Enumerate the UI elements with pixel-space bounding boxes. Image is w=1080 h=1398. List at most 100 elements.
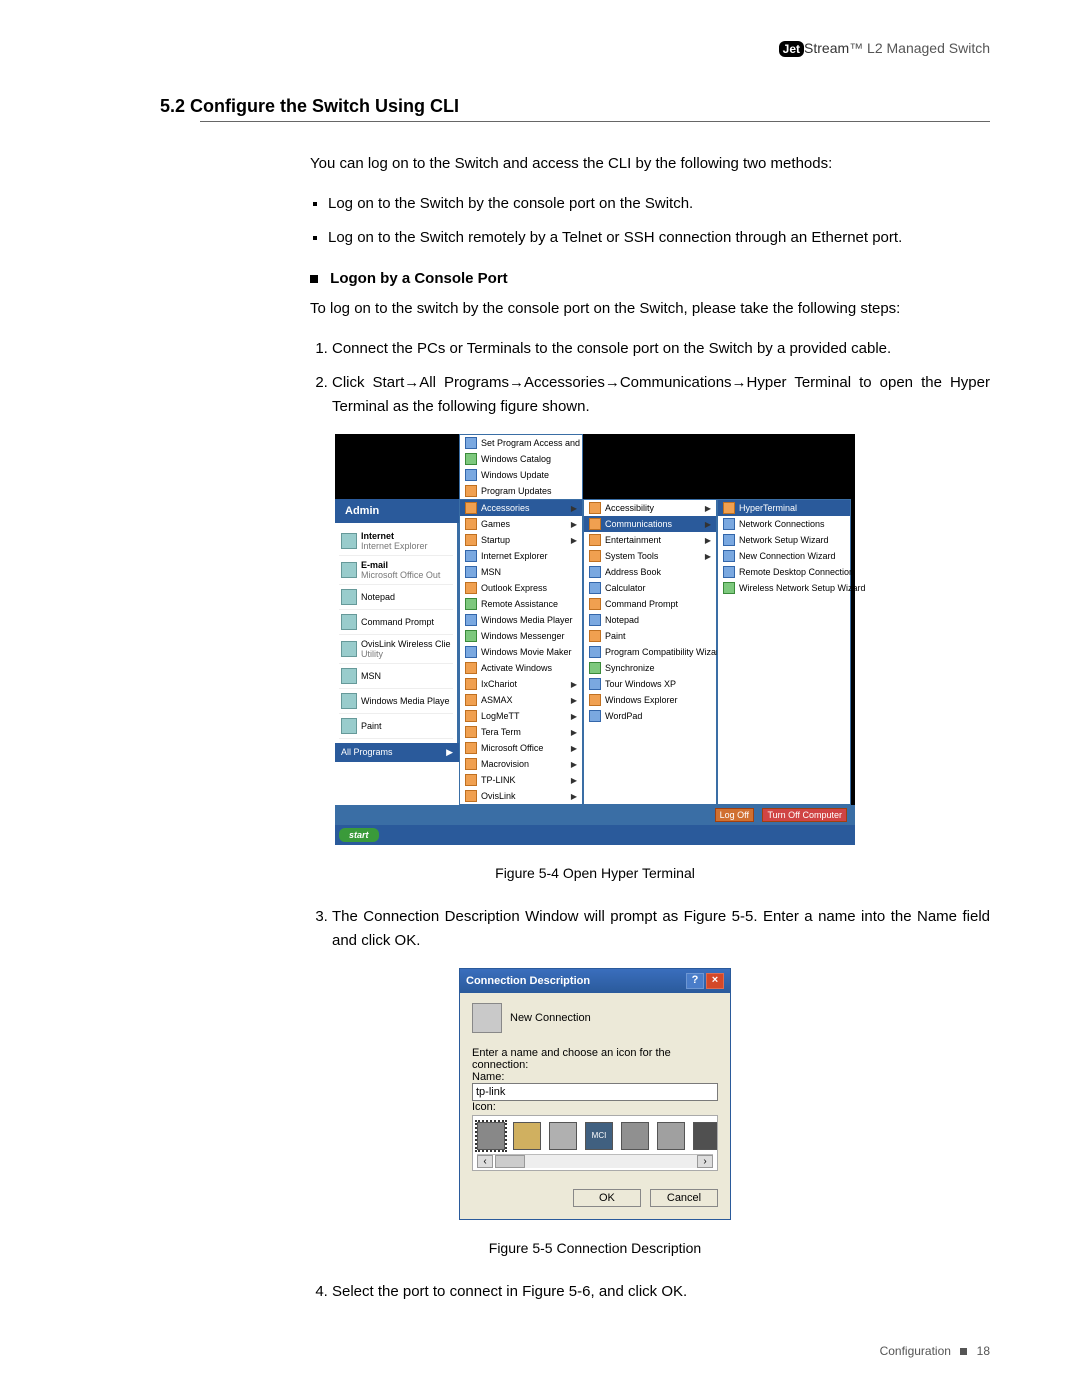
steps-list-1: Connect the PCs or Terminals to the cons… [310, 337, 990, 419]
chevron-right-icon: ▶ [446, 747, 453, 758]
msn-icon [465, 566, 477, 578]
menu-item[interactable]: Windows Movie Maker [460, 644, 582, 660]
step-item: Connect the PCs or Terminals to the cons… [332, 337, 990, 361]
pinned-item[interactable]: Command Prompt [339, 610, 453, 635]
chevron-right-icon: ▶ [571, 504, 577, 513]
connection-icon-option[interactable] [513, 1122, 541, 1150]
footer-separator-icon [960, 1348, 967, 1355]
connection-icon [472, 1003, 502, 1033]
wizard-icon [589, 646, 601, 658]
menu-item[interactable]: Program Compatibility Wizard [584, 644, 716, 660]
menu-item[interactable]: OvisLink▶ [460, 788, 582, 804]
program-icon [465, 453, 477, 465]
connection-icon-option[interactable] [549, 1122, 577, 1150]
close-button[interactable]: × [706, 973, 724, 989]
menu-item[interactable]: Network Setup Wizard [718, 532, 850, 548]
moviemaker-icon [465, 646, 477, 658]
menu-item[interactable]: Calculator [584, 580, 716, 596]
menu-item[interactable]: LogMeTT▶ [460, 708, 582, 724]
menu-item[interactable]: Network Connections [718, 516, 850, 532]
menu-item[interactable]: Startup▶ [460, 532, 582, 548]
menu-item[interactable]: Notepad [584, 612, 716, 628]
help-button[interactable]: ? [686, 973, 704, 989]
wmp-icon [465, 614, 477, 626]
connection-icon-option[interactable] [693, 1122, 718, 1150]
pinned-item[interactable]: Windows Media Playe [339, 689, 453, 714]
menu-item[interactable]: Entertainment▶ [584, 532, 716, 548]
connection-icon-option[interactable] [657, 1122, 685, 1150]
menu-item[interactable]: Wireless Network Setup Wizard [718, 580, 850, 596]
figure-5-5: Connection Description ? × New Connectio… [200, 968, 990, 1220]
turnoff-button[interactable]: Turn Off Computer [762, 808, 847, 822]
program-icon [465, 469, 477, 481]
menu-item[interactable]: Macrovision▶ [460, 756, 582, 772]
ie-icon [341, 533, 357, 549]
menu-item[interactable]: Internet Explorer [460, 548, 582, 564]
pinned-item[interactable]: Paint [339, 714, 453, 739]
name-input[interactable] [472, 1083, 718, 1101]
wireless-icon [723, 582, 735, 594]
icon-scrollbar[interactable]: ‹ › [477, 1154, 713, 1168]
pinned-item[interactable]: OvisLink Wireless ClieUtility [339, 635, 453, 664]
menu-item[interactable]: WordPad [584, 708, 716, 724]
menu-item-accessories[interactable]: Accessories▶ [460, 500, 582, 516]
pinned-item[interactable]: E-mailMicrosoft Office Out [339, 556, 453, 585]
menu-item[interactable]: Windows Explorer [584, 692, 716, 708]
menu-item[interactable]: Tera Term▶ [460, 724, 582, 740]
dialog-prompt: Enter a name and choose an icon for the … [472, 1047, 718, 1071]
menu-item[interactable]: Microsoft Office▶ [460, 740, 582, 756]
ok-button[interactable]: OK [573, 1189, 641, 1207]
menu-item[interactable]: Program Updates [460, 483, 582, 499]
menu-item[interactable]: Windows Update [460, 467, 582, 483]
menu-item[interactable]: IxChariot▶ [460, 676, 582, 692]
bullet-item: Log on to the Switch remotely by a Telne… [328, 226, 990, 250]
folder-icon [465, 710, 477, 722]
menu-item[interactable]: ASMAX▶ [460, 692, 582, 708]
menu-item[interactable]: Synchronize [584, 660, 716, 676]
figure-5-4-caption: Figure 5-4 Open Hyper Terminal [200, 865, 990, 881]
menu-item[interactable]: Remote Assistance [460, 596, 582, 612]
explorer-icon [589, 694, 601, 706]
menu-item-communications[interactable]: Communications▶ [584, 516, 716, 532]
menu-item[interactable]: Windows Catalog [460, 451, 582, 467]
scroll-right-button[interactable]: › [697, 1155, 713, 1168]
connection-icon-option[interactable]: MCI [585, 1122, 613, 1150]
menu-item-hyperterminal[interactable]: HyperTerminal [718, 500, 850, 516]
menu-item[interactable]: Windows Messenger [460, 628, 582, 644]
menu-item[interactable]: Tour Windows XP [584, 676, 716, 692]
admin-bar: Admin [335, 499, 459, 523]
menu-item[interactable]: Activate Windows [460, 660, 582, 676]
section-title: 5.2 Configure the Switch Using CLI [160, 96, 990, 117]
scroll-left-button[interactable]: ‹ [477, 1155, 493, 1168]
menu-item[interactable]: Set Program Access and Defaults [460, 435, 582, 451]
menu-item[interactable]: Command Prompt [584, 596, 716, 612]
menu-item[interactable]: TP-LINK▶ [460, 772, 582, 788]
connection-icon-option[interactable] [477, 1122, 505, 1150]
scroll-track[interactable] [525, 1155, 697, 1168]
menu-item[interactable]: Remote Desktop Connection [718, 564, 850, 580]
folder-icon [465, 502, 477, 514]
start-button[interactable]: start [339, 828, 379, 842]
folder-icon [465, 518, 477, 530]
menu-item[interactable]: Paint [584, 628, 716, 644]
menu-item[interactable]: New Connection Wizard [718, 548, 850, 564]
pinned-item[interactable]: Notepad [339, 585, 453, 610]
menu-item[interactable]: Outlook Express [460, 580, 582, 596]
menu-item[interactable]: Accessibility▶ [584, 500, 716, 516]
bullet-square-icon [310, 275, 318, 283]
cancel-button[interactable]: Cancel [650, 1189, 718, 1207]
menu-item[interactable]: Windows Media Player [460, 612, 582, 628]
pinned-item[interactable]: InternetInternet Explorer [339, 527, 453, 556]
connection-icon-option[interactable] [621, 1122, 649, 1150]
menu-item[interactable]: System Tools▶ [584, 548, 716, 564]
page-footer: Configuration 18 [200, 1344, 990, 1358]
menu-item[interactable]: Games▶ [460, 516, 582, 532]
all-programs-button[interactable]: All Programs▶ [335, 743, 459, 762]
menu-item[interactable]: MSN [460, 564, 582, 580]
startmenu-screenshot: Set Program Access and Defaults Windows … [335, 434, 855, 845]
bullet-list: Log on to the Switch by the console port… [310, 192, 990, 250]
logoff-button[interactable]: Log Off [715, 808, 754, 822]
pinned-item[interactable]: MSN [339, 664, 453, 689]
menu-item[interactable]: Address Book [584, 564, 716, 580]
scroll-thumb[interactable] [495, 1155, 525, 1168]
